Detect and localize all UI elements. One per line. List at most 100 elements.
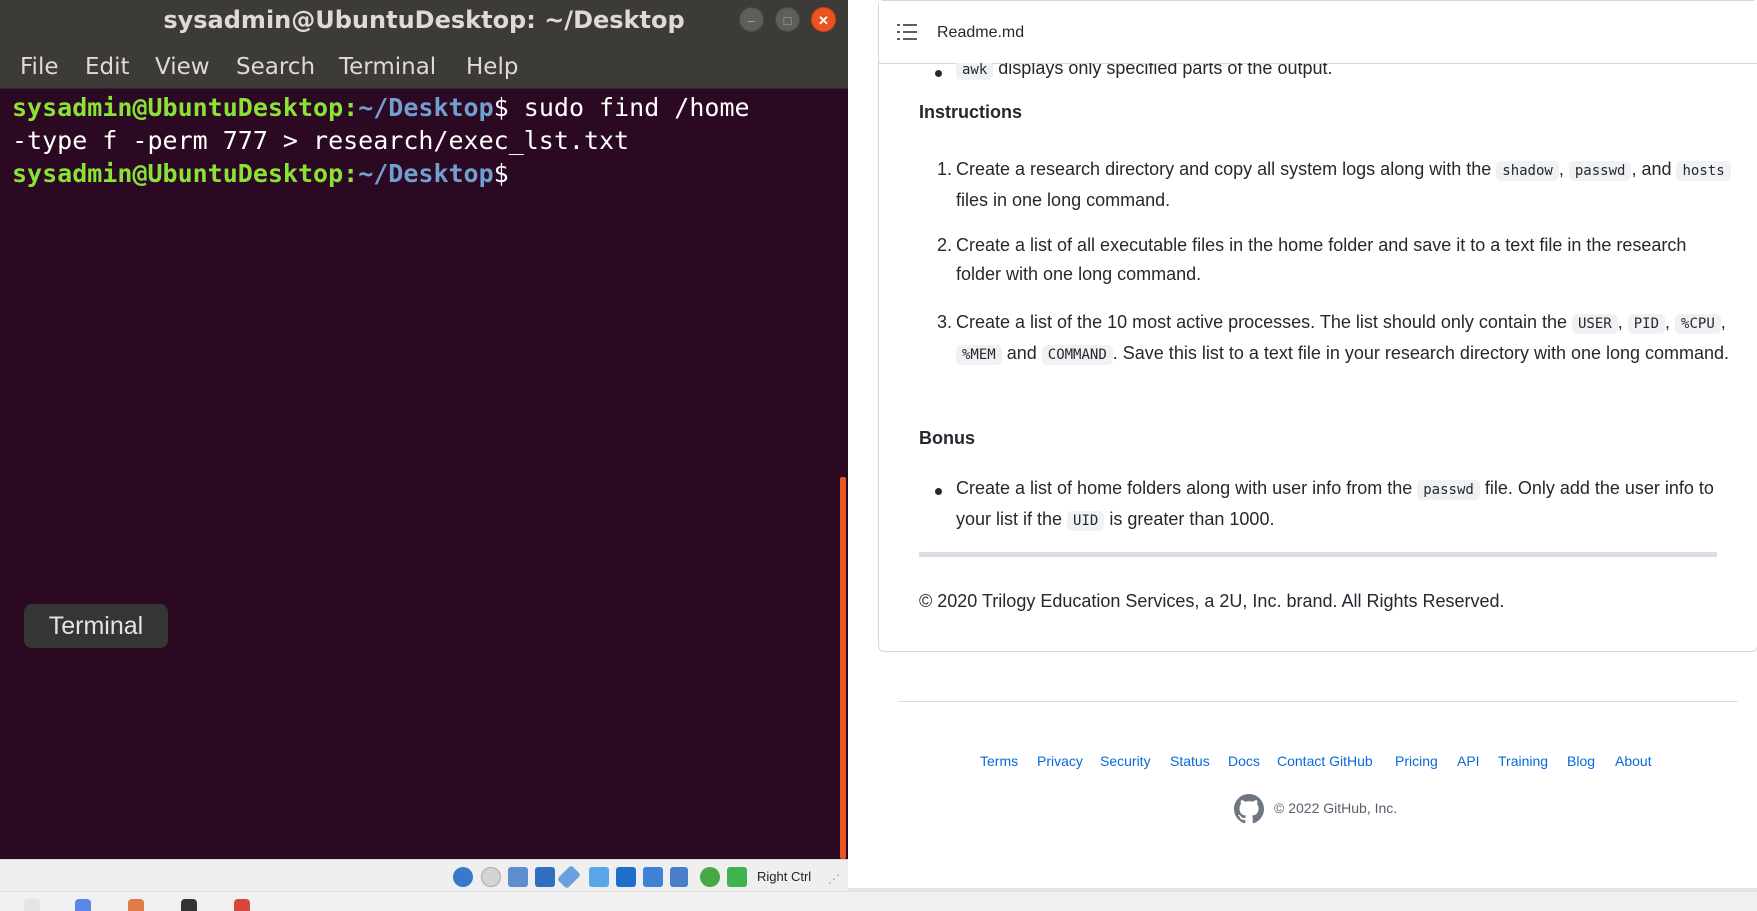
network-icon[interactable] xyxy=(535,867,555,887)
list-item-text: displays only specified parts of the out… xyxy=(993,63,1333,78)
optical-drive-icon[interactable] xyxy=(481,867,501,887)
capture-icon[interactable] xyxy=(643,867,663,887)
terminal-menubar: File Edit View Search Terminal Help xyxy=(0,40,848,89)
prompt-colon: : xyxy=(343,159,359,188)
instructions-heading: Instructions xyxy=(919,102,1023,122)
usb-icon[interactable] xyxy=(556,864,582,890)
list-item: Create a list of the 10 most active proc… xyxy=(956,308,1731,370)
menu-file[interactable]: File xyxy=(20,54,59,80)
footer-link-docs[interactable]: Docs xyxy=(1228,753,1260,769)
github-copyright: © 2022 GitHub, Inc. xyxy=(1274,800,1398,816)
prompt-dollar: $ xyxy=(493,93,509,122)
terminal-line: -type f -perm 777 > research/exec_lst.tx… xyxy=(12,124,629,157)
audio-icon[interactable] xyxy=(508,867,528,887)
taskbar-app-icon[interactable] xyxy=(75,899,91,911)
list-number: 1. xyxy=(936,159,952,179)
maximize-button[interactable]: □ xyxy=(775,7,800,32)
menu-terminal[interactable]: Terminal xyxy=(339,54,436,80)
download-icon[interactable] xyxy=(727,867,747,887)
prompt-path: ~/Desktop xyxy=(358,159,494,188)
terminal-line: sysadmin@UbuntuDesktop:~/Desktop$ xyxy=(12,157,509,190)
terminal-output[interactable]: sysadmin@UbuntuDesktop:~/Desktop$ sudo f… xyxy=(0,89,838,859)
menu-view[interactable]: View xyxy=(155,54,210,80)
list-item: Create a research directory and copy all… xyxy=(956,155,1731,215)
host-key-label: Right Ctrl xyxy=(757,869,812,884)
command-text: -type f -perm 777 > research/exec_lst.tx… xyxy=(12,126,630,155)
horizontal-rule xyxy=(919,552,1717,557)
list-item-text: and xyxy=(1001,343,1042,363)
menu-edit[interactable]: Edit xyxy=(85,54,130,80)
menu-help[interactable]: Help xyxy=(466,54,518,80)
list-item-text: Create a research directory and copy all… xyxy=(956,159,1497,179)
list-item-text: Create a list of the 10 most active proc… xyxy=(956,312,1572,332)
footer-link-blog[interactable]: Blog xyxy=(1567,753,1595,769)
vm-status-bar: Right Ctrl ⋰ xyxy=(0,859,848,892)
inline-code: %CPU xyxy=(1675,314,1721,334)
footer-link-terms[interactable]: Terms xyxy=(980,753,1018,769)
bonus-heading: Bonus xyxy=(919,428,975,448)
taskbar-app-icon[interactable] xyxy=(24,899,40,911)
inline-code: UID xyxy=(1067,511,1105,531)
footer-link-training[interactable]: Training xyxy=(1498,753,1548,769)
prompt-user: sysadmin@UbuntuDesktop xyxy=(12,159,344,188)
readme-filename: Readme.md xyxy=(937,24,1025,41)
virtualization-icon[interactable] xyxy=(670,867,688,887)
bullet-icon xyxy=(935,70,942,77)
menu-search[interactable]: Search xyxy=(236,54,315,80)
inline-code: PID xyxy=(1627,314,1666,334)
inline-code: shadow xyxy=(1496,161,1559,181)
inline-code: passwd xyxy=(1417,480,1480,500)
close-button[interactable]: ✕ xyxy=(811,7,836,32)
bullet-icon xyxy=(935,488,942,495)
prompt-colon: : xyxy=(343,93,359,122)
scrollbar-thumb[interactable] xyxy=(840,477,846,859)
footer-link-pricing[interactable]: Pricing xyxy=(1395,753,1438,769)
window-bottom-edge xyxy=(848,888,1757,891)
resize-grip-icon[interactable]: ⋰ xyxy=(828,872,840,886)
taskbar-app-icon[interactable] xyxy=(128,899,144,911)
taskbar xyxy=(0,891,1757,911)
list-item-text: , xyxy=(1558,159,1569,179)
readme-body: awk displays only specified parts of the… xyxy=(879,63,1757,651)
readme-container: Readme.md awk displays only specified pa… xyxy=(878,0,1757,652)
inline-code: %MEM xyxy=(956,345,1002,365)
list-item: awk displays only specified parts of the… xyxy=(956,63,1731,85)
table-of-contents-icon[interactable] xyxy=(897,23,917,41)
list-item-text: , xyxy=(1720,312,1726,332)
taskbar-app-icon[interactable] xyxy=(234,899,250,911)
terminal-window[interactable]: sysadmin@UbuntuDesktop: ~/Desktop – □ ✕ … xyxy=(0,0,848,859)
footer-link-api[interactable]: API xyxy=(1457,753,1480,769)
inline-code: USER xyxy=(1572,314,1618,334)
list-item-text: . Save this list to a text file in your … xyxy=(1112,343,1730,363)
list-item: Create a list of home folders along with… xyxy=(956,474,1731,536)
terminal-line: sysadmin@UbuntuDesktop:~/Desktop$ sudo f… xyxy=(12,91,750,124)
footer-link-privacy[interactable]: Privacy xyxy=(1037,753,1083,769)
hard-disk-icon[interactable] xyxy=(453,867,473,887)
footer-link-contact[interactable]: Contact GitHub xyxy=(1277,753,1373,769)
list-number: 2. xyxy=(936,235,952,255)
mouse-integration-icon[interactable] xyxy=(700,867,720,887)
list-number: 3. xyxy=(936,312,952,332)
browser-viewport: Readme.md awk displays only specified pa… xyxy=(848,0,1757,891)
prompt-dollar: $ xyxy=(493,159,509,188)
footer-link-security[interactable]: Security xyxy=(1100,753,1151,769)
window-title: sysadmin@UbuntuDesktop: ~/Desktop xyxy=(163,6,685,34)
terminal-tooltip: Terminal xyxy=(24,604,168,648)
footer-link-about[interactable]: About xyxy=(1615,753,1652,769)
terminal-titlebar[interactable]: sysadmin@UbuntuDesktop: ~/Desktop – □ ✕ xyxy=(0,0,848,40)
shared-folder-icon[interactable] xyxy=(589,867,609,887)
minimize-button[interactable]: – xyxy=(739,7,764,32)
prompt-user: sysadmin@UbuntuDesktop xyxy=(12,93,344,122)
display-icon[interactable] xyxy=(616,867,636,887)
github-logo-icon[interactable] xyxy=(1234,794,1264,824)
inline-code: awk xyxy=(956,63,994,80)
list-item-text: , xyxy=(1617,312,1628,332)
terminal-scrollbar[interactable] xyxy=(838,89,848,859)
readme-copyright: © 2020 Trilogy Education Services, a 2U,… xyxy=(919,591,1505,611)
taskbar-app-icon[interactable] xyxy=(181,899,197,911)
footer-link-status[interactable]: Status xyxy=(1170,753,1210,769)
list-item: Create a list of all executable files in… xyxy=(956,235,1687,284)
footer-divider xyxy=(898,701,1738,702)
readme-header: Readme.md xyxy=(879,1,1757,64)
list-item-text: files in one long command. xyxy=(956,190,1171,210)
